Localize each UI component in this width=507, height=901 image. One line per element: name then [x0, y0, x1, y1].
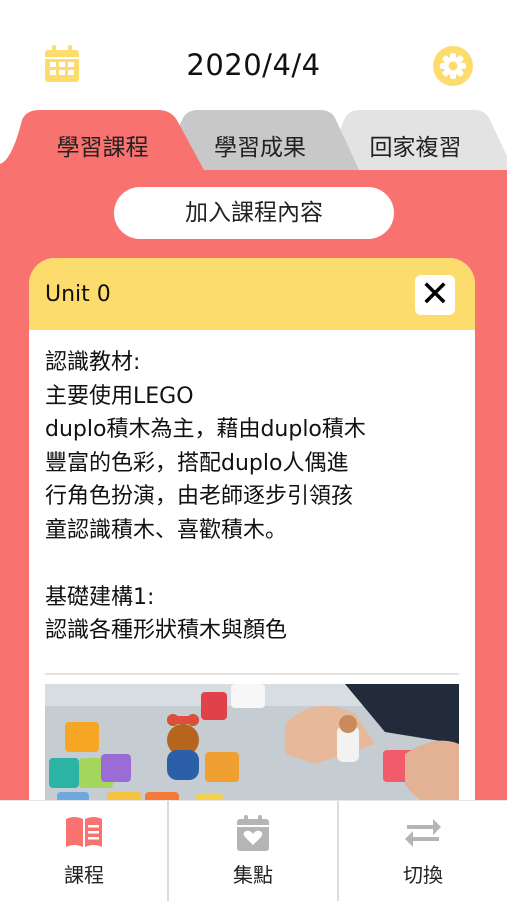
- stamp-card-icon: [237, 815, 269, 851]
- course-panel: 加入課程內容 Unit 0 ✕ 認識教材: 主要使用LEGO duplo積木為主…: [0, 170, 507, 800]
- add-course-content-button[interactable]: 加入課程內容: [114, 187, 394, 239]
- nav-label: 課程: [64, 863, 104, 887]
- description-line: 行角色扮演，由老師逐步引領孩: [45, 484, 354, 509]
- tab-label: 學習課程: [56, 135, 149, 161]
- divider: [45, 673, 459, 675]
- tab-learning-course[interactable]: 學習課程: [0, 108, 205, 172]
- app-header: 2020/4/4: [0, 0, 507, 110]
- description-line: 基礎建構1:: [45, 584, 155, 610]
- nav-course[interactable]: 課程: [0, 801, 168, 901]
- description-line: 主要使用LEGO: [45, 383, 194, 409]
- switch-arrows-icon: [405, 819, 441, 847]
- nav-switch[interactable]: 切換: [339, 801, 507, 901]
- description-line: duplo積木為主，藉由duplo積木: [45, 417, 366, 442]
- nav-label: 切換: [403, 863, 443, 887]
- description-line: 童認識積木、喜歡積木。: [45, 517, 288, 543]
- close-icon[interactable]: ✕: [415, 275, 455, 315]
- current-date: 2020/4/4: [186, 48, 321, 82]
- tab-bar: 回家複習 學習成果 學習課程: [0, 108, 507, 172]
- gear-icon[interactable]: [433, 46, 473, 86]
- book-icon: [66, 817, 102, 847]
- description-line: 豐富的色彩，搭配duplo人偶進: [45, 450, 349, 476]
- description-line: 認識各種形狀積木與顏色: [45, 618, 288, 643]
- description-line: [45, 547, 465, 581]
- unit-card: Unit 0 ✕ 認識教材: 主要使用LEGO duplo積木為主，藉由dupl…: [29, 258, 475, 800]
- nav-label: 集點: [233, 863, 273, 887]
- bottom-nav: 課程 集點 切換: [0, 800, 507, 901]
- nav-points[interactable]: 集點: [169, 801, 337, 901]
- unit-description: 認識教材: 主要使用LEGO duplo積木為主，藉由duplo積木 豐富的色彩…: [45, 346, 465, 648]
- unit-card-header: Unit 0 ✕: [29, 258, 475, 330]
- lesson-photo[interactable]: [45, 684, 459, 800]
- unit-title: Unit 0: [45, 282, 111, 307]
- description-line: 認識教材:: [45, 350, 141, 375]
